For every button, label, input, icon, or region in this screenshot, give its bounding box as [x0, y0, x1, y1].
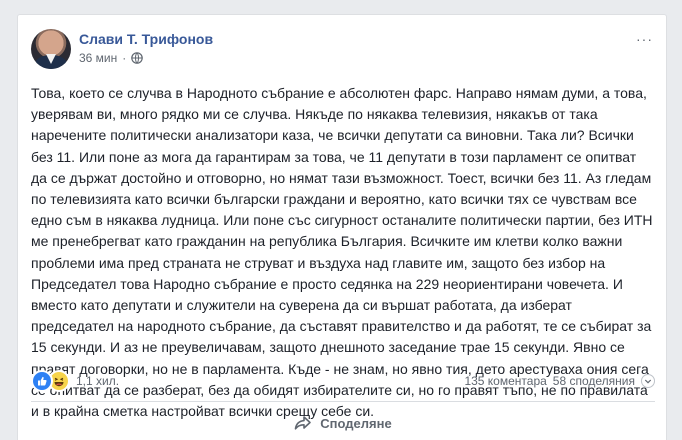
divider [31, 401, 655, 402]
reactions-count[interactable]: 1,1 хил. [76, 374, 119, 388]
shares-count[interactable]: 58 споделяния [553, 374, 635, 388]
post-timestamp[interactable]: 36 мин [79, 51, 117, 65]
reactions-summary: 1,1 хил. 135 коментара 58 споделяния [31, 370, 655, 392]
like-reaction-icon[interactable] [31, 370, 53, 392]
globe-icon [131, 52, 144, 64]
meta-separator: · [122, 51, 127, 65]
post-meta: 36 мин · [79, 51, 144, 65]
chevron-down-icon[interactable] [641, 374, 655, 388]
more-options-icon[interactable]: ··· [636, 31, 653, 47]
author-name[interactable]: Слави Т. Трифонов [79, 31, 213, 47]
post-card: Слави Т. Трифонов 36 мин · ··· Това, кое… [17, 14, 667, 440]
share-label: Споделяне [320, 415, 392, 431]
share-button[interactable]: Споделяне [282, 408, 403, 438]
author-avatar[interactable] [31, 29, 71, 69]
share-icon [294, 416, 312, 430]
post-actions: Споделяне [31, 407, 655, 439]
comments-count[interactable]: 135 коментара [464, 374, 546, 388]
